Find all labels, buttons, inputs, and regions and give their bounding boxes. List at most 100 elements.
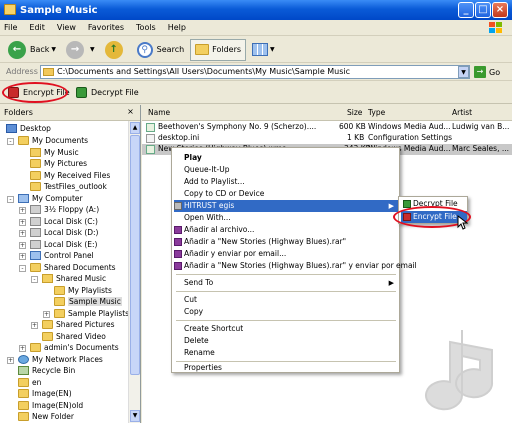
tree-item[interactable]: Sample Playlists: [54, 308, 129, 320]
collapse-icon[interactable]: -: [31, 276, 38, 283]
go-button[interactable]: → Go: [474, 66, 500, 78]
minimize-button[interactable]: _: [458, 2, 474, 18]
context-menu: Play Queue-It-Up Add to Playlist... Copy…: [171, 147, 417, 374]
scroll-up-icon[interactable]: ▲: [130, 122, 140, 134]
collapse-icon[interactable]: -: [7, 196, 14, 203]
tree-item[interactable]: Recycle Bin: [18, 365, 75, 377]
forward-arrow-icon: →: [66, 40, 85, 59]
menu-item-winrar-email[interactable]: Añadir y enviar por email...: [174, 248, 398, 260]
menu-item-send-to[interactable]: Send To ▶: [174, 277, 398, 289]
menu-help[interactable]: Help: [168, 23, 186, 32]
tree-item[interactable]: Desktop: [6, 123, 51, 135]
views-button[interactable]: ▼: [248, 39, 279, 61]
address-input[interactable]: C:\Documents and Settings\All Users\Docu…: [40, 65, 470, 79]
up-button[interactable]: ↑: [101, 39, 131, 61]
menu-favorites[interactable]: Favorites: [88, 23, 124, 32]
audio-file-icon: [146, 123, 155, 132]
menu-item-open-with[interactable]: Open With...: [174, 212, 398, 224]
tree-item[interactable]: My Received Files: [30, 170, 110, 182]
forward-button[interactable]: → ▼: [62, 39, 99, 61]
tree-item-selected[interactable]: Sample Music: [54, 296, 122, 308]
expand-icon[interactable]: +: [19, 242, 26, 249]
column-headers: Name Size Type Artist: [142, 105, 512, 121]
menu-tools[interactable]: Tools: [136, 23, 156, 32]
tree-item[interactable]: My Computer: [18, 193, 83, 205]
menu-item-create-shortcut[interactable]: Create Shortcut: [174, 323, 398, 335]
menu-item-add-playlist[interactable]: Add to Playlist...: [174, 176, 398, 188]
scroll-thumb[interactable]: [130, 135, 140, 375]
menu-item-copy[interactable]: Copy: [174, 306, 398, 318]
back-button[interactable]: ← Back ▼: [4, 39, 60, 61]
expand-icon[interactable]: +: [19, 253, 26, 260]
scroll-down-icon[interactable]: ▼: [130, 410, 140, 422]
maximize-button[interactable]: □: [475, 2, 491, 18]
tree-item[interactable]: My Playlists: [54, 285, 112, 297]
file-row[interactable]: Beethoven's Symphony No. 9 (Scherzo)....…: [142, 122, 512, 133]
tree-item[interactable]: My Music: [30, 147, 79, 159]
menu-item-properties[interactable]: Properties: [174, 362, 398, 374]
menu-item-winrar-add-rar[interactable]: Añadir a "New Stories (Highway Blues).ra…: [174, 236, 398, 248]
menu-item-winrar-add[interactable]: Añadir al archivo...: [174, 224, 398, 236]
expand-icon[interactable]: +: [19, 345, 26, 352]
tree-item[interactable]: My Network Places: [18, 354, 103, 366]
menu-item-queue[interactable]: Queue-It-Up: [174, 164, 398, 176]
vertical-scrollbar[interactable]: ▲ ▼: [128, 121, 140, 423]
menu-view[interactable]: View: [57, 23, 76, 32]
folder-icon: [4, 4, 16, 15]
tree-item[interactable]: New Folder: [18, 411, 74, 423]
winrar-icon: [174, 238, 182, 246]
menu-item-winrar-rar-email[interactable]: Añadir a "New Stories (Highway Blues).ra…: [174, 260, 417, 272]
expand-icon[interactable]: +: [43, 311, 50, 318]
views-icon: [252, 43, 269, 56]
column-name[interactable]: Name: [148, 108, 170, 117]
decrypt-file-button[interactable]: Decrypt File: [72, 84, 143, 101]
menu-item-rename[interactable]: Rename: [174, 347, 398, 359]
search-button[interactable]: ⚲ Search: [133, 39, 188, 61]
menu-label: Añadir a "New Stories (Highway Blues).ra…: [184, 261, 417, 270]
tree-item[interactable]: Shared Music: [42, 273, 106, 285]
close-button[interactable]: ×: [492, 2, 508, 18]
menu-item-play[interactable]: Play: [174, 152, 398, 164]
expand-icon[interactable]: +: [7, 357, 14, 364]
column-type[interactable]: Type: [368, 108, 385, 117]
menu-item-copy-cd[interactable]: Copy to CD or Device: [174, 188, 398, 200]
expand-icon[interactable]: +: [19, 207, 26, 214]
expand-icon[interactable]: +: [31, 322, 38, 329]
tree-label: My Received Files: [44, 171, 111, 181]
tree-item[interactable]: Local Disk (C:): [30, 216, 98, 228]
menu-item-delete[interactable]: Delete: [174, 335, 398, 347]
folders-button[interactable]: Folders: [190, 38, 247, 61]
tree-item[interactable]: Local Disk (E:): [30, 239, 97, 251]
tree-label: My Computer: [32, 194, 83, 204]
expand-icon[interactable]: +: [19, 230, 26, 237]
column-artist[interactable]: Artist: [452, 108, 472, 117]
tree-item[interactable]: Shared Video: [42, 331, 106, 343]
expand-icon[interactable]: +: [19, 219, 26, 226]
tree-item[interactable]: admin's Documents: [30, 342, 119, 354]
tree-item[interactable]: Local Disk (D:): [30, 227, 98, 239]
menu-item-cut[interactable]: Cut: [174, 294, 398, 306]
tree-item[interactable]: TestFiles_outlook: [30, 181, 107, 193]
column-size[interactable]: Size: [347, 108, 362, 117]
tree-item[interactable]: Shared Pictures: [42, 319, 115, 331]
close-icon[interactable]: ×: [125, 107, 136, 118]
tree-item[interactable]: My Documents: [18, 135, 88, 147]
tree-item[interactable]: Image(EN)old: [18, 400, 83, 412]
collapse-icon[interactable]: -: [19, 265, 26, 272]
folder-icon: [54, 309, 65, 319]
menu-item-hitrust-egis[interactable]: HITRUST egis ▶: [174, 200, 398, 212]
tree-item[interactable]: Image(EN): [18, 388, 72, 400]
menu-label: HITRUST egis: [184, 201, 235, 210]
address-dropdown-icon[interactable]: ▼: [458, 66, 469, 78]
tree-item[interactable]: Shared Documents: [30, 262, 116, 274]
tree-item[interactable]: My Pictures: [30, 158, 87, 170]
folder-icon: [30, 148, 41, 158]
collapse-icon[interactable]: -: [7, 138, 14, 145]
tree-item[interactable]: Control Panel: [30, 250, 94, 262]
menu-file[interactable]: File: [4, 23, 17, 32]
file-row[interactable]: desktop.ini 1 KB Configuration Settings: [142, 133, 512, 144]
tree-item[interactable]: 3½ Floppy (A:): [30, 204, 99, 216]
menu-edit[interactable]: Edit: [29, 23, 45, 32]
tree-item[interactable]: en: [18, 377, 41, 389]
address-bar: Address C:\Documents and Settings\All Us…: [0, 63, 512, 81]
